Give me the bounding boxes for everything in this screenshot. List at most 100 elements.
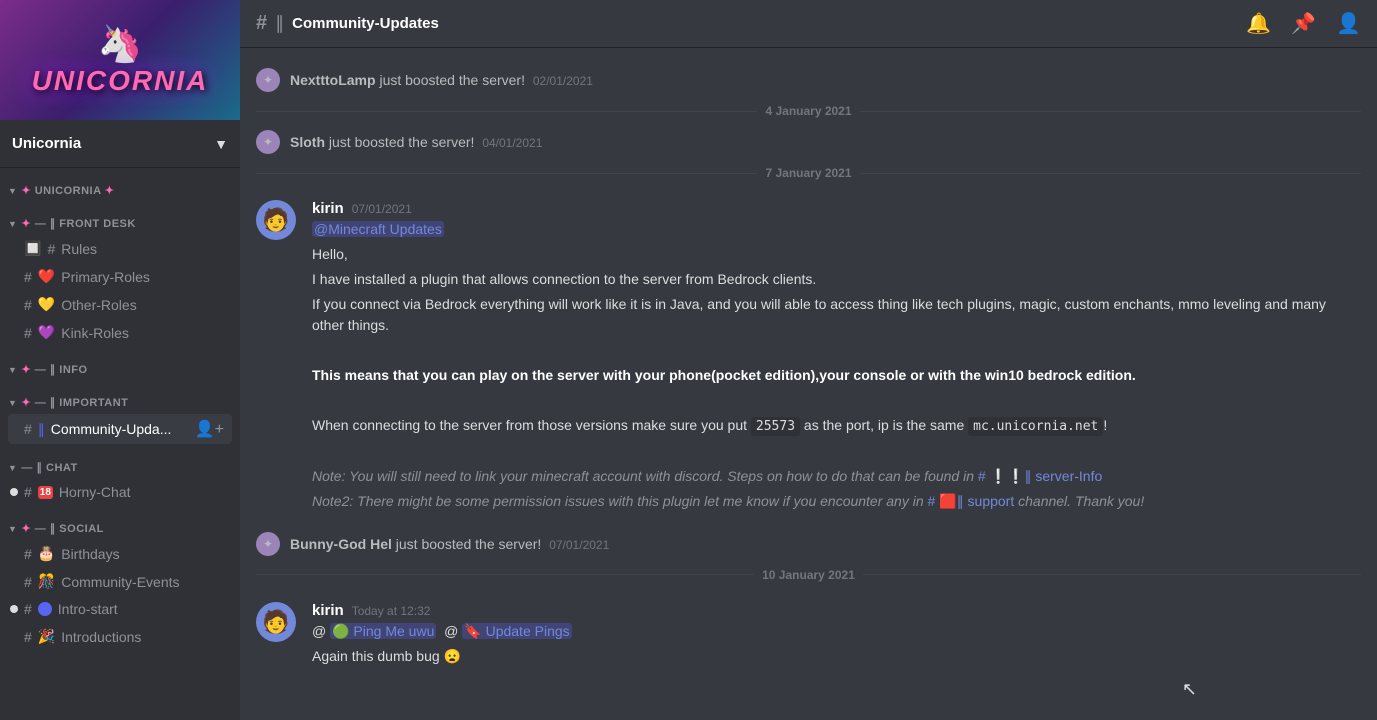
message-body-kirin-2: @ 🟢 Ping Me uwu @ 🔖 Update Pings Again t… (312, 621, 1361, 667)
channel-item-community-events[interactable]: # 🎊 Community-Events (8, 568, 232, 595)
category-social-label: ✦ — ∥ SOCIAL (21, 522, 103, 535)
channel-item-birthdays[interactable]: # 🎂 Birthdays (8, 540, 232, 567)
category-front-desk-label: ✦ — ∥ FRONT DESK (21, 217, 135, 230)
hash-symbol: # (24, 629, 32, 645)
channel-hash-icon: # (256, 12, 267, 35)
channel-header: # ∥ Community-Updates 🔔 📌 👤 (240, 0, 1377, 48)
heart-icon: ❤️ (38, 268, 55, 285)
channel-name-community-events: Community-Events (61, 574, 224, 590)
bold-message: This means that you can play on the serv… (312, 367, 1136, 383)
category-important[interactable]: ▼ ✦ — ∥ IMPORTANT (0, 380, 240, 413)
channel-list: ▼ ✦ UNICORNIA ✦ ▼ ✦ — ∥ FRONT DESK 🔲 # R… (0, 168, 240, 720)
server-banner: 🦄 UNICORNIA (0, 0, 240, 120)
category-info-label: ✦ — ∥ INFO (21, 363, 87, 376)
boost-date: 04/01/2021 (482, 136, 542, 150)
members-icon[interactable]: 👤 (1336, 11, 1361, 36)
channel-item-introductions[interactable]: # 🎉 Introductions (8, 623, 232, 650)
channel-item-intro-start[interactable]: # Intro-start (8, 596, 232, 622)
message-timestamp: 07/01/2021 (352, 202, 412, 216)
bell-icon[interactable]: 🔔 (1246, 11, 1271, 36)
channel-item-community-updates[interactable]: # ∥ Community-Upda... 👤+ (8, 414, 232, 444)
confetti-icon: 🎉 (38, 628, 55, 645)
message-content-kirin-2: kirin Today at 12:32 @ 🟢 Ping Me uwu @ 🔖… (312, 602, 1361, 671)
boost-icon: ✦ (256, 532, 280, 556)
boost-icon: ✦ (256, 130, 280, 154)
heart-icon: 💛 (38, 296, 55, 313)
pin-icon[interactable]: 📌 (1291, 11, 1316, 36)
category-unicornia-label: ✦ UNICORNIA ✦ (21, 184, 114, 197)
heart-icon: 💜 (38, 324, 55, 341)
boost-message-bunny: ✦ Bunny-God Hel just boosted the server!… (240, 528, 1377, 560)
server-header[interactable]: Unicornia ▼ (0, 120, 240, 168)
support-link[interactable]: # 🟥∥ support (928, 493, 1015, 509)
channel-item-primary-roles[interactable]: # ❤️ Primary-Roles (8, 263, 232, 290)
category-info[interactable]: ▼ ✦ — ∥ INFO (0, 347, 240, 380)
hash-icon: 🔲 (24, 240, 41, 257)
boost-icon: ✦ (256, 68, 280, 92)
hash-symbol: # (24, 325, 32, 341)
mention-minecraft-updates[interactable]: @Minecraft Updates (312, 221, 444, 237)
boost-username: Bunny-God Hel (290, 536, 392, 552)
port-code: 25573 (751, 417, 800, 436)
main-content: # ∥ Community-Updates 🔔 📌 👤 ✦ NextttoLam… (240, 0, 1377, 720)
message-author-kirin-2: kirin (312, 602, 344, 619)
category-chat[interactable]: ▼ — ∥ CHAT (0, 445, 240, 478)
message-header: kirin 07/01/2021 (312, 200, 1361, 217)
hash-symbol: # (24, 574, 32, 590)
channel-header-name: Community-Updates (292, 15, 439, 32)
channel-name-introductions: Introductions (61, 629, 224, 645)
date-label: 7 January 2021 (765, 166, 851, 180)
avatar-kirin: 🧑 (256, 200, 296, 240)
channel-name-kink-roles: Kink-Roles (61, 325, 224, 341)
boost-text: Bunny-God Hel just boosted the server! 0… (290, 536, 609, 552)
channel-item-rules[interactable]: 🔲 # Rules (8, 235, 232, 262)
server-banner-text: UNICORNIA (32, 65, 209, 97)
header-icons: 🔔 📌 👤 (1246, 11, 1361, 36)
mention-update-pings[interactable]: 🔖 Update Pings (462, 623, 571, 639)
note1: Note: You will still need to link your m… (312, 468, 978, 484)
channel-name-other-roles: Other-Roles (61, 297, 224, 313)
channel-bar-icon: ∥ (275, 13, 284, 34)
channel-item-other-roles[interactable]: # 💛 Other-Roles (8, 291, 232, 318)
hash-symbol: # (24, 421, 32, 437)
channel-name-intro-start: Intro-start (58, 601, 224, 617)
channel-item-horny-chat[interactable]: # 18 Horny-Chat (8, 479, 232, 505)
category-chat-label: — ∥ CHAT (21, 461, 77, 474)
hash-symbol: # (47, 241, 55, 257)
birthday-icon: 🎂 (38, 545, 55, 562)
boost-text: Sloth just boosted the server! 04/01/202… (290, 134, 542, 150)
boost-text: NextttoLamp just boosted the server! 02/… (290, 72, 593, 88)
messages-area: ✦ NextttoLamp just boosted the server! 0… (240, 48, 1377, 720)
boost-message-nexttolamp: ✦ NextttoLamp just boosted the server! 0… (240, 64, 1377, 96)
channel-item-kink-roles[interactable]: # 💜 Kink-Roles (8, 319, 232, 346)
hash-symbol: # (24, 269, 32, 285)
message-header-2: kirin Today at 12:32 (312, 602, 1361, 619)
server-name: Unicornia (12, 135, 81, 152)
ip-code: mc.unicornia.net (968, 417, 1103, 436)
events-icon: 🎊 (38, 573, 55, 590)
hash-symbol: # (24, 546, 32, 562)
date-divider-4jan: 4 January 2021 (240, 96, 1377, 126)
message-kirin-2: 🧑 kirin Today at 12:32 @ 🟢 Ping Me uwu @… (240, 590, 1377, 675)
note2: Note2: There might be some permission is… (312, 493, 928, 509)
unread-indicator (10, 605, 18, 613)
server-dropdown-arrow: ▼ (214, 136, 228, 152)
mention-ping-me[interactable]: 🟢 Ping Me uwu (330, 623, 436, 639)
date-label: 4 January 2021 (765, 104, 851, 118)
hash-symbol: # (24, 297, 32, 313)
date-label: 10 January 2021 (762, 568, 855, 582)
add-member-icon[interactable]: 👤+ (195, 419, 224, 439)
unicorn-icon: 🦄 (32, 23, 209, 65)
category-social[interactable]: ▼ ✦ — ∥ SOCIAL (0, 506, 240, 539)
boost-username: NextttoLamp (290, 72, 376, 88)
message-author-kirin: kirin (312, 200, 344, 217)
category-front-desk[interactable]: ▼ ✦ — ∥ FRONT DESK (0, 201, 240, 234)
channel-name-horny-chat: Horny-Chat (59, 484, 224, 500)
nsfw-icon: 18 (38, 486, 53, 499)
hash-symbol: # (24, 601, 32, 617)
channel-name-primary-roles: Primary-Roles (61, 269, 224, 285)
category-unicornia[interactable]: ▼ ✦ UNICORNIA ✦ (0, 168, 240, 201)
boost-username: Sloth (290, 134, 325, 150)
hash-symbol: # (24, 484, 32, 500)
server-info-link[interactable]: # ❕❕∥ server-Info (978, 468, 1102, 484)
